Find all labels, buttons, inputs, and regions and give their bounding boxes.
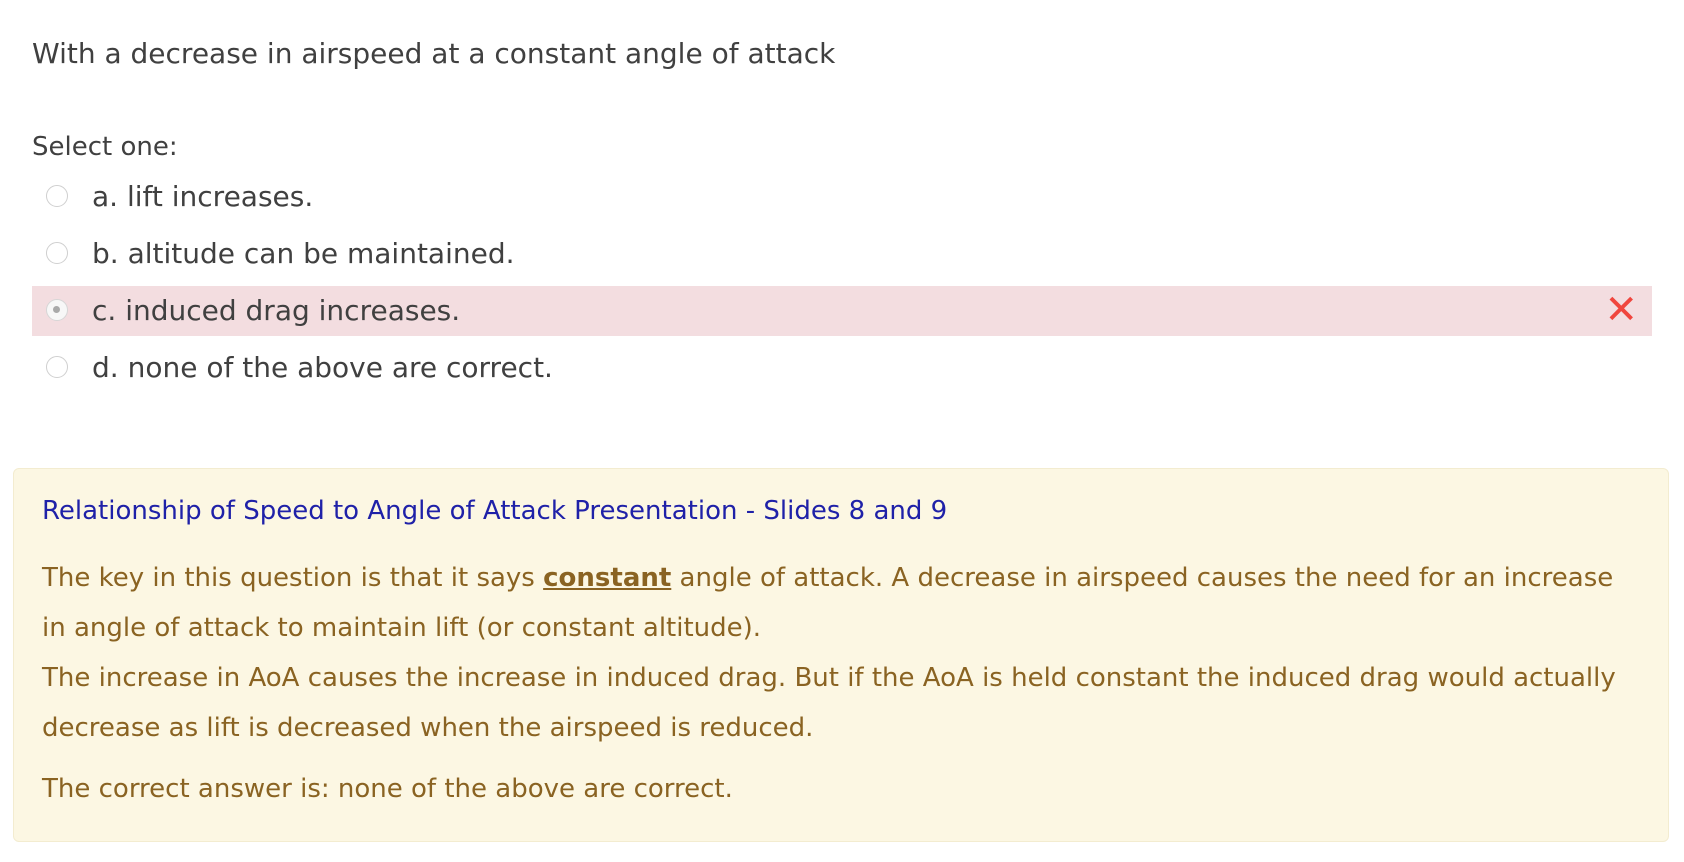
feedback-emphasis: constant <box>543 563 672 593</box>
close-x-icon: ✕ <box>1604 287 1638 333</box>
radio-button-a[interactable] <box>46 185 68 207</box>
feedback-text-before: The key in this question is that it says <box>42 563 544 593</box>
radio-button-d[interactable] <box>46 356 68 378</box>
feedback-paragraph-2: The increase in AoA causes the increase … <box>42 663 1616 743</box>
quiz-question-page: With a decrease in airspeed at a constan… <box>0 0 1684 862</box>
answer-label-d[interactable]: d. none of the above are correct. <box>92 349 553 387</box>
answer-label-a[interactable]: a. lift increases. <box>92 178 313 216</box>
radio-button-c[interactable] <box>46 299 68 321</box>
feedback-explanation: The key in this question is that it says… <box>42 553 1622 753</box>
answer-option-d[interactable]: d. none of the above are correct. <box>32 343 1652 393</box>
answer-option-c[interactable]: c. induced drag increases. ✕ <box>32 286 1652 336</box>
question-text: With a decrease in airspeed at a constan… <box>32 37 836 70</box>
answer-label-b[interactable]: b. altitude can be maintained. <box>92 235 515 273</box>
answer-label-c[interactable]: c. induced drag increases. <box>92 292 460 330</box>
radio-button-b[interactable] <box>46 242 68 264</box>
select-one-prompt: Select one: <box>32 132 178 162</box>
correct-answer-text: The correct answer is: none of the above… <box>42 774 733 804</box>
presentation-link[interactable]: Relationship of Speed to Angle of Attack… <box>42 493 947 529</box>
feedback-panel: Relationship of Speed to Angle of Attack… <box>13 468 1669 842</box>
feedback-paragraph-1: The key in this question is that it says… <box>42 553 1622 653</box>
answer-option-a[interactable]: a. lift increases. <box>32 172 1652 222</box>
answer-option-b[interactable]: b. altitude can be maintained. <box>32 229 1652 279</box>
answer-list: a. lift increases. b. altitude can be ma… <box>32 172 1652 400</box>
